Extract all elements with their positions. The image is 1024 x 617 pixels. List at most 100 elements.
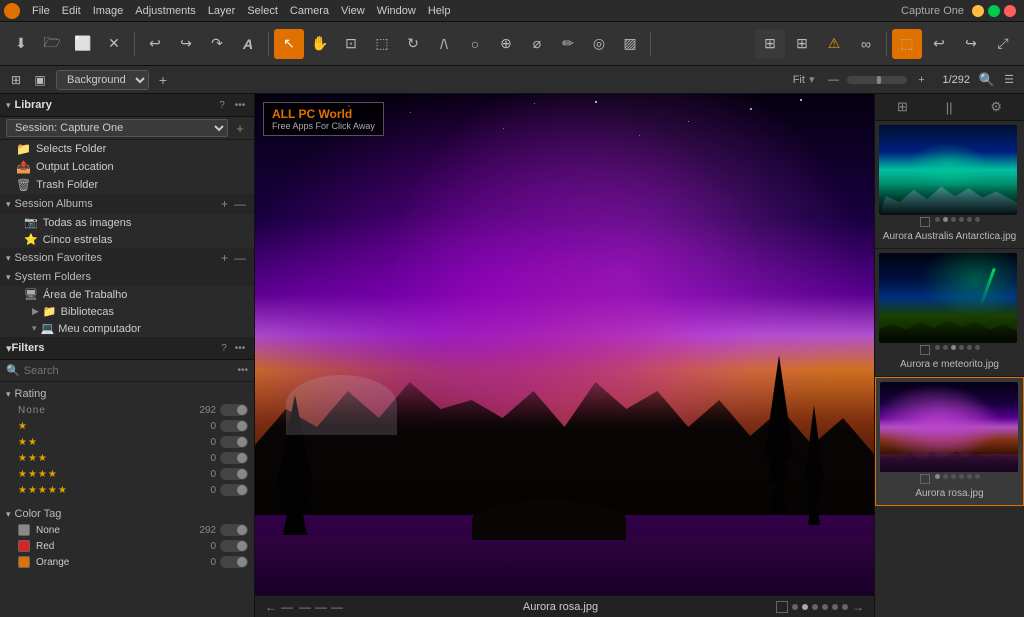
grid-view-button[interactable]: ⊞ xyxy=(4,69,28,91)
menu-layer[interactable]: Layer xyxy=(202,5,242,17)
tethered-button[interactable]: ⬜ xyxy=(68,29,98,59)
area-trabalho-item[interactable]: 🖥 Área de Trabalho xyxy=(0,286,254,303)
image-select-checkbox[interactable] xyxy=(776,601,788,613)
library-menu-button[interactable]: ••• xyxy=(232,97,248,113)
thumb-3-checkbox[interactable] xyxy=(920,474,930,484)
open-folder-button[interactable]: 🗁 xyxy=(37,29,67,59)
filters-menu[interactable]: ••• xyxy=(232,340,248,356)
search-input[interactable] xyxy=(24,365,238,377)
warning-icon[interactable]: ⚠ xyxy=(819,29,849,59)
thumbnail-view-icon[interactable]: ⊞ xyxy=(894,97,911,117)
trash-folder-item[interactable]: 🗑 Trash Folder xyxy=(0,176,254,194)
filters-header[interactable]: ▾ Filters ? ••• xyxy=(0,337,254,360)
color-tag-header[interactable]: ▾ Color Tag xyxy=(6,506,248,522)
image-next-button[interactable]: → xyxy=(852,600,864,614)
redo-button[interactable]: ↪ xyxy=(171,29,201,59)
eraser-tool[interactable]: ◎ xyxy=(584,29,614,59)
menu-camera[interactable]: Camera xyxy=(284,5,335,17)
selects-folder-item[interactable]: 📁 Selects Folder xyxy=(0,140,254,158)
menu-window[interactable]: Window xyxy=(371,5,422,17)
collection-select[interactable]: Background xyxy=(56,70,149,90)
add-collection-button[interactable]: + xyxy=(153,70,173,90)
copy-adjustments-button[interactable]: ⬚ xyxy=(892,29,922,59)
minimize-button[interactable] xyxy=(972,5,984,17)
session-albums-header[interactable]: ▾ Session Albums + — xyxy=(0,194,254,214)
forward-button[interactable]: ↷ xyxy=(202,29,232,59)
session-add-button[interactable]: + xyxy=(232,120,248,136)
zoom-in-button[interactable]: + xyxy=(910,69,932,91)
view-menu-button[interactable]: ☰ xyxy=(998,69,1020,91)
rotate-tool[interactable]: ↻ xyxy=(398,29,428,59)
library-help-button[interactable]: ? xyxy=(214,97,230,113)
todas-imagens-item[interactable]: 📷 Todas as imagens xyxy=(0,214,254,231)
search-options-button[interactable]: ••• xyxy=(237,365,248,376)
zoom-out-button[interactable]: — xyxy=(822,69,844,91)
zoom-slider[interactable] xyxy=(847,76,907,84)
color-none-toggle[interactable] xyxy=(220,524,248,536)
delete-button[interactable]: ✕ xyxy=(99,29,129,59)
filters-help[interactable]: ? xyxy=(216,340,232,356)
menu-edit[interactable]: Edit xyxy=(56,5,87,17)
rating-4star-toggle[interactable] xyxy=(220,468,248,480)
rating-2star-toggle[interactable] xyxy=(220,436,248,448)
fullscreen-button[interactable]: ⤢ xyxy=(988,29,1018,59)
thumbnail-item-1[interactable]: Aurora Australis Antarctica.jpg xyxy=(875,121,1024,249)
heal-tool[interactable]: ⌀ xyxy=(522,29,552,59)
rating-none-toggle[interactable] xyxy=(220,404,248,416)
loupe-icon[interactable]: ∞ xyxy=(851,29,881,59)
flip-tool[interactable]: /\ xyxy=(429,29,459,59)
session-albums-add[interactable]: + xyxy=(219,197,230,211)
cinco-estrelas-item[interactable]: ⭐ Cinco estrelas xyxy=(0,231,254,248)
crop-tool[interactable]: ⊡ xyxy=(336,29,366,59)
text-button[interactable]: A xyxy=(233,29,263,59)
thumb-2-checkbox[interactable] xyxy=(920,345,930,355)
thumbnail-item-2[interactable]: Aurora e meteorito.jpg xyxy=(875,249,1024,377)
session-select[interactable]: Session: Capture One xyxy=(6,119,228,137)
output-location-item[interactable]: 📤 Output Location xyxy=(0,158,254,176)
close-button[interactable] xyxy=(1004,5,1016,17)
thumbnail-item-3[interactable]: Aurora rosa.jpg xyxy=(875,377,1024,506)
thumb-dot xyxy=(975,474,980,479)
single-view-button[interactable]: ▣ xyxy=(28,69,52,91)
menu-adjustments[interactable]: Adjustments xyxy=(129,5,202,17)
search-view-button[interactable]: 🔍 xyxy=(976,69,998,91)
exposure-icon[interactable]: ⊞ xyxy=(755,29,785,59)
library-header[interactable]: ▾ Library ? ••• xyxy=(0,94,254,117)
straighten-tool[interactable]: ⬚ xyxy=(367,29,397,59)
bibliotecas-item[interactable]: ▶ 📁 Bibliotecas xyxy=(0,303,254,320)
rating-5star-toggle[interactable] xyxy=(220,484,248,496)
color-red-toggle[interactable] xyxy=(220,540,248,552)
undo-all-button[interactable]: ↩ xyxy=(924,29,954,59)
redo-all-button[interactable]: ↪ xyxy=(956,29,986,59)
undo-button[interactable]: ↩ xyxy=(140,29,170,59)
menu-file[interactable]: File xyxy=(26,5,56,17)
main-image-viewer[interactable] xyxy=(255,94,874,595)
menu-help[interactable]: Help xyxy=(422,5,457,17)
clone-tool[interactable]: ⊕ xyxy=(491,29,521,59)
image-prev-button[interactable]: ← xyxy=(265,600,277,614)
menu-image[interactable]: Image xyxy=(87,5,130,17)
grid-icon[interactable]: ⊞ xyxy=(787,29,817,59)
import-button[interactable]: ⬇ xyxy=(6,29,36,59)
panel-settings-icon[interactable]: ⚙ xyxy=(987,97,1005,117)
thumb-1-checkbox[interactable] xyxy=(920,217,930,227)
rating-1star-toggle[interactable] xyxy=(220,420,248,432)
session-favorites-add[interactable]: + xyxy=(219,251,230,265)
meu-computador-item[interactable]: ▾ 💻 Meu computador xyxy=(0,320,254,337)
menu-select[interactable]: Select xyxy=(241,5,284,17)
cursor-tool[interactable]: ↖ xyxy=(274,29,304,59)
brush-tool[interactable]: ✏ xyxy=(553,29,583,59)
system-folders-header[interactable]: ▾ System Folders xyxy=(0,268,254,286)
maximize-button[interactable] xyxy=(988,5,1000,17)
pan-tool[interactable]: ✋ xyxy=(305,29,335,59)
rating-header[interactable]: ▾ Rating xyxy=(6,386,248,402)
session-favorites-menu[interactable]: — xyxy=(232,251,248,265)
menu-view[interactable]: View xyxy=(335,5,371,17)
session-albums-menu[interactable]: — xyxy=(232,197,248,211)
panel-collapse-icon[interactable]: || xyxy=(943,98,956,117)
rating-3star-toggle[interactable] xyxy=(220,452,248,464)
spot-tool[interactable]: ○ xyxy=(460,29,490,59)
color-orange-toggle[interactable] xyxy=(220,556,248,568)
session-favorites-header[interactable]: ▾ Session Favorites + — xyxy=(0,248,254,268)
gradient-tool[interactable]: ▨ xyxy=(615,29,645,59)
